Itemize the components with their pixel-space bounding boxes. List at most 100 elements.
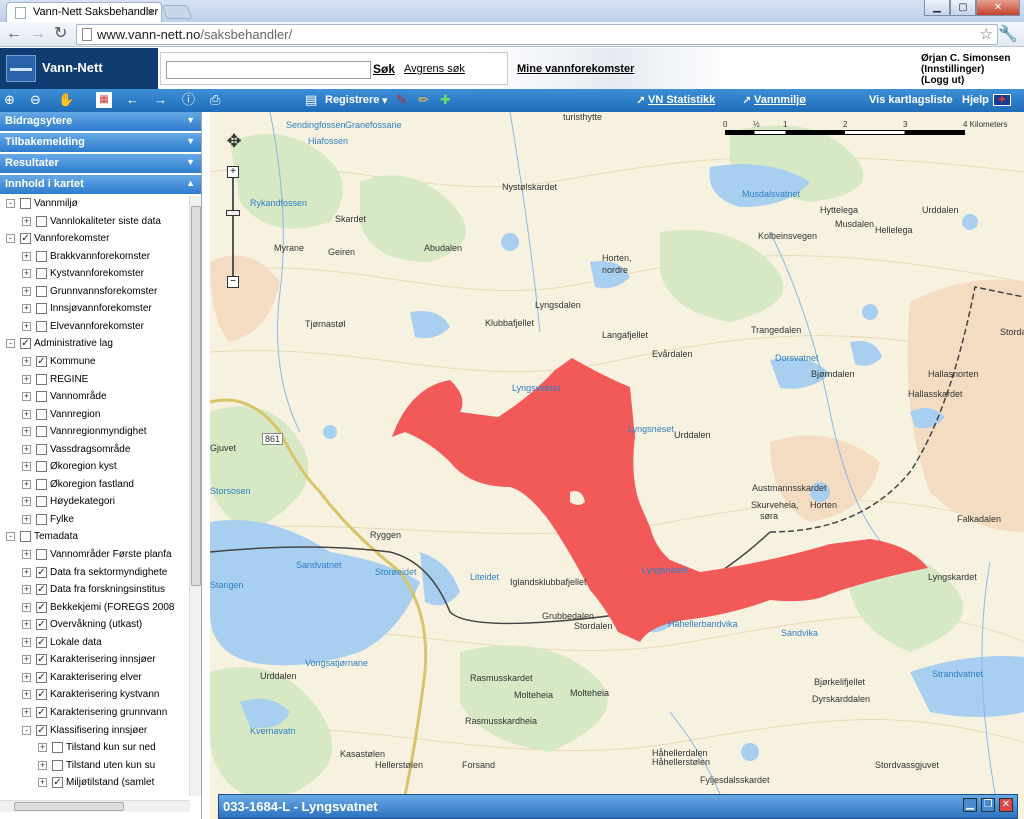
layer-tree-item[interactable]: + Vannområde xyxy=(0,389,190,406)
settings-link[interactable]: (Innstillinger) xyxy=(921,64,1010,75)
tab-close-icon[interactable]: × xyxy=(147,5,154,19)
show-layer-list-link[interactable]: Vis kartlagsliste xyxy=(869,94,953,106)
expand-icon[interactable]: + xyxy=(22,690,31,700)
layer-checkbox[interactable] xyxy=(36,215,47,227)
layer-tree-item[interactable]: + Grunnvannsforekomster xyxy=(0,284,190,301)
layer-checkbox[interactable] xyxy=(36,549,47,560)
layer-checkbox[interactable]: ✓ xyxy=(36,689,47,701)
expand-icon[interactable]: + xyxy=(22,497,31,507)
minimize-panel-icon[interactable]: ▁ xyxy=(963,798,977,812)
reload-icon[interactable]: ↻ xyxy=(54,24,67,44)
layer-tree-item[interactable]: + Tilstand uten kun su xyxy=(0,758,190,775)
collapse-icon[interactable]: - xyxy=(6,339,15,349)
layer-checkbox[interactable]: ✓ xyxy=(20,338,31,350)
layer-tree-item[interactable]: + Kystvannforekomster xyxy=(0,266,190,283)
layer-checkbox[interactable]: ✓ xyxy=(36,619,47,631)
layer-checkbox[interactable] xyxy=(20,531,31,543)
forward-arrow-icon[interactable]: → xyxy=(30,24,46,44)
logout-link[interactable]: (Logg ut) xyxy=(921,75,1010,86)
collapse-icon[interactable]: - xyxy=(6,234,15,244)
expand-icon[interactable]: + xyxy=(22,567,31,577)
layer-checkbox[interactable] xyxy=(36,250,47,262)
browser-tab[interactable]: Vann-Nett Saksbehandler × xyxy=(6,2,162,22)
layer-tree-item[interactable]: + REGINE xyxy=(0,372,190,389)
add-point-icon[interactable]: ✚ xyxy=(440,92,451,108)
layer-tree-item[interactable]: + ✓ Overvåkning (utkast) xyxy=(0,617,190,634)
layer-checkbox[interactable]: ✓ xyxy=(36,671,47,683)
next-extent-icon[interactable]: → xyxy=(154,92,167,108)
layer-checkbox[interactable]: ✓ xyxy=(36,584,47,596)
draw-tool-icon[interactable]: ✏ xyxy=(418,92,429,108)
app-logo[interactable]: Vann-Nett xyxy=(0,48,158,89)
map-view[interactable]: Sendingfossen Granefossane Hiafossen Rykand… xyxy=(210,112,1024,819)
vannmiljo-link[interactable]: Vannmiljø xyxy=(754,94,806,106)
layer-tree-item[interactable]: + ✓ Bekkekjemi (FOREGS 2008 xyxy=(0,600,190,617)
register-dropdown-icon[interactable]: ▾ xyxy=(382,94,388,107)
layer-checkbox[interactable] xyxy=(36,373,47,385)
expand-icon[interactable]: + xyxy=(22,374,31,384)
layer-tree-item[interactable]: + Vannområder Første planfa xyxy=(0,547,190,564)
feature-info-bar[interactable]: 033-1684-L - Lyngsvatnet ▁ ❐ ✕ xyxy=(218,794,1018,819)
zoom-minus-icon[interactable]: − xyxy=(227,276,239,288)
layer-tree-item[interactable]: - ✓ Klassifisering innsjøer xyxy=(0,723,190,740)
layer-tree-item[interactable]: + Høydekategori xyxy=(0,494,190,511)
pan-control[interactable]: ✥ xyxy=(222,126,246,156)
pan-hand-icon[interactable]: ✋ xyxy=(58,92,74,108)
layer-checkbox[interactable]: ✓ xyxy=(36,724,47,736)
expand-icon[interactable]: + xyxy=(22,707,31,717)
layer-checkbox[interactable]: ✓ xyxy=(36,654,47,666)
expand-icon[interactable]: + xyxy=(22,444,31,454)
expand-icon[interactable]: + xyxy=(22,620,31,630)
layer-tree-item[interactable]: + ✓ Karakterisering kystvann xyxy=(0,687,190,704)
layer-tree-item[interactable]: + Økoregion kyst xyxy=(0,459,190,476)
minimize-icon[interactable]: ▁ xyxy=(924,0,950,16)
layer-checkbox[interactable] xyxy=(36,268,47,280)
layer-tree-item[interactable]: + Vassdragsområde xyxy=(0,442,190,459)
scrollbar-thumb[interactable] xyxy=(191,206,201,586)
search-input[interactable] xyxy=(166,61,371,79)
help-link[interactable]: Hjelp xyxy=(962,94,989,106)
layer-checkbox[interactable]: ✓ xyxy=(52,777,63,789)
info-icon[interactable]: ⓘ xyxy=(182,92,195,108)
expand-icon[interactable]: + xyxy=(22,585,31,595)
expand-icon[interactable]: + xyxy=(22,356,31,366)
layer-tree-item[interactable]: - ✓ Administrative lag xyxy=(0,336,190,353)
layer-tree-item[interactable]: + ✓ Kommune xyxy=(0,354,190,371)
back-arrow-icon[interactable]: ← xyxy=(6,24,22,44)
expand-icon[interactable]: + xyxy=(22,251,31,261)
expand-icon[interactable]: + xyxy=(22,637,31,647)
layer-tree-item[interactable]: + Innsjøvannforekomster xyxy=(0,301,190,318)
expand-icon[interactable]: + xyxy=(22,286,31,296)
wrench-icon[interactable]: 🔧 xyxy=(998,24,1018,44)
bookmark-star-icon[interactable]: ☆ xyxy=(980,25,993,43)
print-icon[interactable]: ⎙ xyxy=(210,92,220,108)
panel-resultater[interactable]: Resultater ▼ xyxy=(0,154,201,173)
layer-checkbox[interactable] xyxy=(52,759,63,771)
vn-statistics-link[interactable]: VN Statistikk xyxy=(648,94,715,106)
panel-bidragsytere[interactable]: Bidragsytere ▼ xyxy=(0,112,201,131)
scrollbar-thumb[interactable] xyxy=(14,802,124,811)
layer-tree-item[interactable]: + Elvevannforekomster xyxy=(0,319,190,336)
layer-checkbox[interactable]: ✓ xyxy=(36,566,47,578)
layer-tree-item[interactable]: + Vannregion xyxy=(0,407,190,424)
collapse-icon[interactable]: - xyxy=(6,199,15,208)
uk-flag-icon[interactable]: ✚ xyxy=(993,94,1011,106)
layer-checkbox[interactable] xyxy=(36,408,47,420)
expand-icon[interactable]: + xyxy=(38,760,47,770)
panel-innhold-i-kartet[interactable]: Innhold i kartet ▲ xyxy=(0,175,201,194)
layer-checkbox[interactable] xyxy=(20,198,31,209)
address-bar[interactable]: www.vann-nett.no/saksbehandler/ ☆ xyxy=(76,24,998,45)
layer-checkbox[interactable] xyxy=(36,391,47,403)
layer-tree-item[interactable]: - Vannmiljø xyxy=(0,196,190,213)
layer-checkbox[interactable] xyxy=(36,513,47,525)
zoom-extent-icon[interactable]: ▦ xyxy=(96,92,112,108)
layer-tree-item[interactable]: + Brakkvannforekomster xyxy=(0,249,190,266)
zoom-handle[interactable] xyxy=(226,210,240,216)
layer-tree-item[interactable]: + Økoregion fastland xyxy=(0,477,190,494)
register-icon[interactable]: ▤ xyxy=(305,92,317,108)
layer-checkbox[interactable]: ✓ xyxy=(36,706,47,718)
expand-icon[interactable]: + xyxy=(22,304,31,314)
zoom-slider[interactable]: + − xyxy=(224,166,242,290)
expand-icon[interactable]: + xyxy=(22,514,31,524)
expand-icon[interactable]: + xyxy=(22,321,31,331)
